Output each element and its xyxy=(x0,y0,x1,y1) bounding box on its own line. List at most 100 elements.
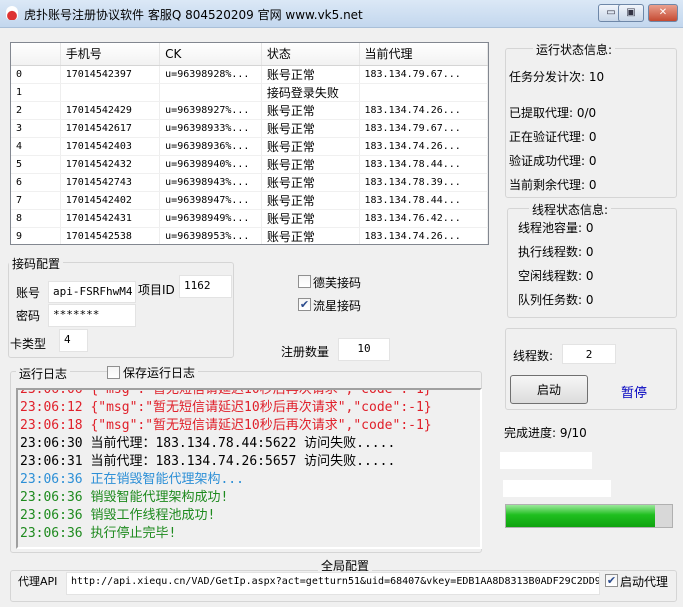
progress-bar xyxy=(505,504,673,528)
accounts-table[interactable]: 手机号 CK 状态 当前代理 0 17014542397 u=96398928%... 账号… xyxy=(10,42,489,245)
table-cell: 4 xyxy=(11,137,61,156)
enable-proxy-label: 启动代理 xyxy=(620,575,669,589)
table-cell: u=96398943%... xyxy=(159,173,262,192)
table-cell: 17014542431 xyxy=(60,209,161,228)
thread-status-item: 执行线程数: 0 xyxy=(518,245,594,259)
close-button[interactable]: ✕ xyxy=(648,4,678,22)
thread-status-item: 线程池容量: 0 xyxy=(518,221,594,235)
log-line: 23:06:36 销毁工作线程池成功! xyxy=(20,508,216,523)
column-header[interactable]: CK xyxy=(159,43,262,66)
save-log-checkbox[interactable] xyxy=(107,366,120,379)
table-cell: u=96398949%... xyxy=(159,209,262,228)
password-label: 密码 xyxy=(16,309,41,323)
title-bar: 虎扑账号注册协议软件 客服Q 804520209 官网 www.vk5.net … xyxy=(0,0,683,28)
table-cell: 183.134.78.44... xyxy=(359,155,488,174)
table-row[interactable]: 5 17014542432 u=96398940%... 账号正常 183.134.78… xyxy=(11,155,488,174)
table-cell: 17014542617 xyxy=(60,119,161,138)
run-status-item: 当前剩余代理: 0 xyxy=(509,178,597,192)
table-cell xyxy=(359,83,488,102)
card-type-input[interactable]: 4 xyxy=(59,329,88,352)
log-output[interactable]: 23:06:06 {"msg":"暂无短信请延迟10秒后再次请求","code"… xyxy=(16,388,482,549)
table-cell: 183.134.74.26... xyxy=(359,137,488,156)
table-row[interactable]: 4 17014542403 u=96398936%... 账号正常 183.134.74… xyxy=(11,137,488,156)
pause-link[interactable]: 暂停 xyxy=(621,382,647,401)
run-status-item: 任务分发计次: 10 xyxy=(509,70,605,84)
maximize-button[interactable]: ▣ xyxy=(618,4,644,22)
table-cell: 账号正常 xyxy=(261,227,360,244)
log-title: 运行日志 xyxy=(16,365,71,382)
defu-checkbox[interactable] xyxy=(298,275,311,288)
log-line: 23:06:12 {"msg":"暂无短信请延迟10秒后再次请求","code"… xyxy=(20,400,432,415)
column-header[interactable]: 当前代理 xyxy=(359,43,488,66)
thread-status-item: 队列任务数: 0 xyxy=(518,293,594,307)
log-line: 23:06:30 当前代理：183.134.78.44:5622 访问失败...… xyxy=(20,436,396,451)
table-cell: 5 xyxy=(11,155,61,174)
card-type-label: 卡类型 xyxy=(10,337,47,351)
table-cell: 183.134.79.67... xyxy=(359,65,488,84)
password-input[interactable]: ******* xyxy=(48,304,136,327)
table-cell: 账号正常 xyxy=(261,137,360,156)
table-row[interactable]: 3 17014542617 u=96398933%... 账号正常 183.134.79… xyxy=(11,119,488,138)
table-cell: 183.134.74.26... xyxy=(359,101,488,120)
log-line: 23:06:36 执行停止完毕! xyxy=(20,526,177,541)
redacted-area xyxy=(500,452,592,469)
table-cell xyxy=(60,83,161,102)
table-cell: 账号正常 xyxy=(261,65,360,84)
table-cell: 183.134.74.26... xyxy=(359,227,488,244)
account-input[interactable]: api-FSRFhwM4 xyxy=(48,281,136,303)
table-cell: 9 xyxy=(11,227,61,244)
threads-input[interactable]: 2 xyxy=(562,344,616,364)
table-row[interactable]: 6 17014542743 u=96398943%... 账号正常 183.134.78… xyxy=(11,173,488,192)
table-cell: 17014542403 xyxy=(60,137,161,156)
table-row[interactable]: 9 17014542538 u=96398953%... 账号正常 183.134.74… xyxy=(11,227,488,244)
table-cell: 账号正常 xyxy=(261,155,360,174)
table-cell: 183.134.79.67... xyxy=(359,119,488,138)
redacted-area xyxy=(503,480,611,497)
log-line: 23:06:31 当前代理：183.134.74.26:5657 访问失败...… xyxy=(20,454,396,469)
table-cell: u=96398953%... xyxy=(159,227,262,244)
column-header[interactable] xyxy=(11,43,61,66)
run-status-item: 正在验证代理: 0 xyxy=(509,130,597,144)
register-count-input[interactable]: 10 xyxy=(338,338,390,361)
proxy-api-input[interactable]: http://api.xiequ.cn/VAD/GetIp.aspx?act=g… xyxy=(66,572,600,595)
project-id-input[interactable]: 1162 xyxy=(179,275,232,298)
log-line: 23:06:06 {"msg":"暂无短信请延迟10秒后再次请求","code"… xyxy=(20,388,432,397)
table-row[interactable]: 8 17014542431 u=96398949%... 账号正常 183.134.76… xyxy=(11,209,488,228)
table-cell: 17014542743 xyxy=(60,173,161,192)
enable-proxy-checkbox[interactable]: ✔ xyxy=(605,574,618,587)
table-cell: 17014542538 xyxy=(60,227,161,244)
table-cell: u=96398947%... xyxy=(159,191,262,210)
threads-label: 线程数: xyxy=(513,349,554,363)
table-row[interactable]: 7 17014542402 u=96398947%... 账号正常 183.134.78… xyxy=(11,191,488,210)
start-button[interactable]: 启动 xyxy=(510,375,588,404)
thread-status-title: 线程状态信息: xyxy=(529,201,612,218)
table-cell: u=96398936%... xyxy=(159,137,262,156)
progress-label: 完成进度: 9/10 xyxy=(504,426,587,440)
column-header[interactable]: 状态 xyxy=(261,43,360,66)
table-cell: 账号正常 xyxy=(261,209,360,228)
thread-status-item: 空闲线程数: 0 xyxy=(518,269,594,283)
column-header[interactable]: 手机号 xyxy=(60,43,161,66)
table-cell: 17014542397 xyxy=(60,65,161,84)
table-cell: u=96398940%... xyxy=(159,155,262,174)
table-cell: 183.134.78.39... xyxy=(359,173,488,192)
table-cell: u=96398927%... xyxy=(159,101,262,120)
table-cell: u=96398928%... xyxy=(159,65,262,84)
app-logo-icon xyxy=(6,6,18,20)
table-row[interactable]: 1 接码登录失败 xyxy=(11,83,488,102)
liuxing-checkbox[interactable]: ✔ xyxy=(298,298,311,311)
liuxing-label: 流星接码 xyxy=(313,299,362,313)
table-cell: u=96398933%... xyxy=(159,119,262,138)
table-cell xyxy=(159,83,262,102)
table-row[interactable]: 0 17014542397 u=96398928%... 账号正常 183.134.79… xyxy=(11,65,488,84)
table-cell: 账号正常 xyxy=(261,191,360,210)
table-cell: 183.134.76.42... xyxy=(359,209,488,228)
run-status-item: 验证成功代理: 0 xyxy=(509,154,597,168)
table-cell: 6 xyxy=(11,173,61,192)
table-cell: 接码登录失败 xyxy=(261,83,360,102)
table-row[interactable]: 2 17014542429 u=96398927%... 账号正常 183.134.74… xyxy=(11,101,488,120)
save-log-label: 保存运行日志 xyxy=(120,364,199,381)
log-line: 23:06:36 销毁智能代理架构成功! xyxy=(20,490,229,505)
project-id-label: 项目ID xyxy=(138,283,175,297)
table-cell: 8 xyxy=(11,209,61,228)
